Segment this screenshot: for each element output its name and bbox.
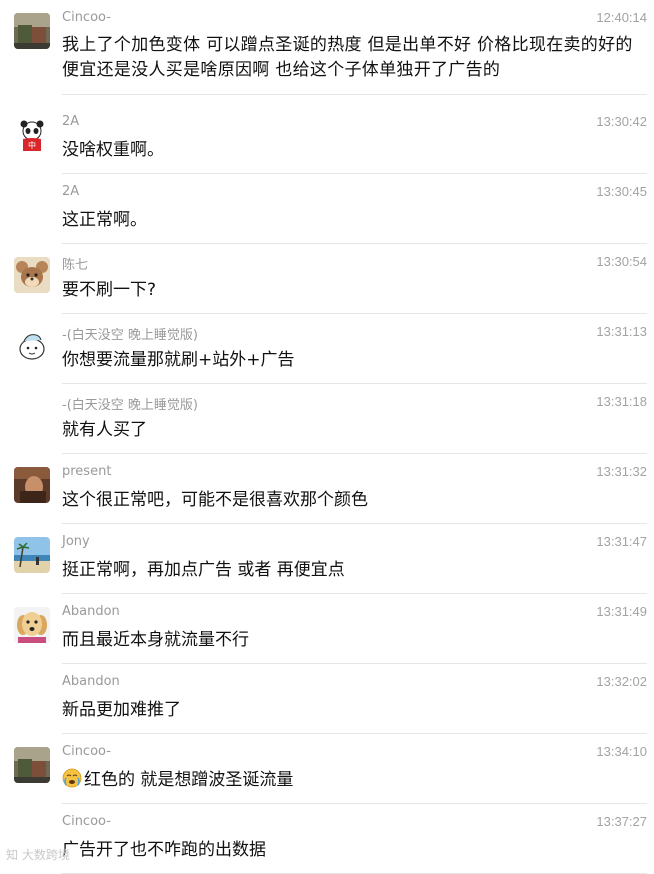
sender-name: -(白天没空 晚上睡觉版)	[62, 328, 198, 343]
message-time: 13:37:27	[596, 814, 647, 829]
message-time: 13:32:02	[596, 674, 647, 689]
message-text-row: 红色的 就是想蹭波圣诞流量	[62, 767, 293, 793]
message-text: 你想要流量那就刷+站外+广告	[62, 350, 295, 370]
sender-avatar[interactable]	[14, 13, 50, 49]
sender-name: Abandon	[62, 674, 120, 689]
chat-message: Cincoo- 13:34:10 红色的 就是想蹭波圣诞流量	[0, 734, 654, 804]
sender-avatar[interactable]	[14, 467, 50, 503]
message-time: 12:40:14	[596, 10, 647, 25]
message-time: 13:31:13	[596, 324, 647, 339]
chat-message: Abandon 13:32:02 新品更加难推了	[0, 664, 654, 734]
chat-message: 2A 13:30:45 这正常啊。	[0, 174, 654, 244]
sender-name: Cincoo-	[62, 814, 111, 829]
watermark: 知 大数跨境	[6, 848, 70, 862]
sender-name: Jony	[62, 534, 90, 549]
chat-message: present 13:31:32 这个很正常吧，可能不是很喜欢那个颜色	[0, 454, 654, 524]
message-text: 挺正常啊，再加点广告 或者 再便宜点	[62, 560, 345, 580]
message-time: 13:31:47	[596, 534, 647, 549]
message-time: 13:30:54	[596, 254, 647, 269]
beach-avatar[interactable]	[14, 537, 50, 573]
sender-name: Abandon	[62, 604, 120, 619]
message-text: 新品更加难推了	[62, 700, 181, 720]
chat-message: Jony 13:31:47 挺正常啊，再加点广告 或者 再便宜点	[0, 524, 654, 594]
sender-name: present	[62, 464, 112, 479]
message-time: 13:31:32	[596, 464, 647, 479]
sender-name: Cincoo-	[62, 744, 111, 759]
cartoon-mouse-avatar[interactable]	[14, 257, 50, 293]
sender-name: 2A	[62, 114, 80, 129]
chat-message: Cincoo- 12:40:14 我上了个加色变体 可以蹭点圣诞的热度 但是出单…	[0, 0, 654, 95]
sender-name: 陈七	[62, 258, 89, 273]
sender-name: 2A	[62, 184, 80, 199]
chat-message: Abandon 13:31:49 而且最近本身就流量不行	[0, 594, 654, 664]
chat-message: -(白天没空 晚上睡觉版) 13:31:18 就有人买了	[0, 384, 654, 454]
sender-name: Cincoo-	[62, 10, 111, 25]
message-time: 13:31:18	[596, 394, 647, 409]
chat-message: 陈七 13:30:54 要不刷一下?	[0, 244, 654, 314]
crying-face-emoji	[62, 768, 82, 788]
message-time: 13:31:49	[596, 604, 647, 619]
chat-message-list[interactable]: Cincoo- 12:40:14 我上了个加色变体 可以蹭点圣诞的热度 但是出单…	[0, 0, 654, 874]
chat-message: -(白天没空 晚上睡觉版) 13:31:13 你想要流量那就刷+站外+广告	[0, 314, 654, 384]
message-text: 就有人买了	[62, 420, 147, 440]
panda-avatar[interactable]: 中	[14, 117, 50, 153]
message-text: 要不刷一下?	[62, 280, 157, 300]
chat-message: 中 2A 13:30:42 没啥权重啊。	[0, 104, 654, 174]
dog-avatar[interactable]	[14, 607, 50, 643]
message-text: 红色的 就是想蹭波圣诞流量	[84, 770, 294, 790]
message-text: 广告开了也不咋跑的出数据	[62, 840, 266, 860]
message-text: 这个很正常吧，可能不是很喜欢那个颜色	[62, 490, 368, 510]
sender-avatar[interactable]	[14, 747, 50, 783]
message-text: 没啥权重啊。	[62, 140, 164, 160]
cartoon-face-avatar[interactable]	[14, 327, 50, 363]
chat-message: Cincoo- 13:37:27 广告开了也不咋跑的出数据	[0, 804, 654, 874]
message-text: 这正常啊。	[62, 210, 147, 230]
message-time: 13:34:10	[596, 744, 647, 759]
message-time: 13:30:45	[596, 184, 647, 199]
message-text: 而且最近本身就流量不行	[62, 630, 249, 650]
divider	[62, 94, 647, 95]
svg-text:中: 中	[28, 140, 36, 150]
message-time: 13:30:42	[596, 114, 647, 129]
message-text: 我上了个加色变体 可以蹭点圣诞的热度 但是出单不好 价格比现在卖的好的便宜还是没…	[62, 35, 633, 80]
sender-name: -(白天没空 晚上睡觉版)	[62, 398, 198, 413]
